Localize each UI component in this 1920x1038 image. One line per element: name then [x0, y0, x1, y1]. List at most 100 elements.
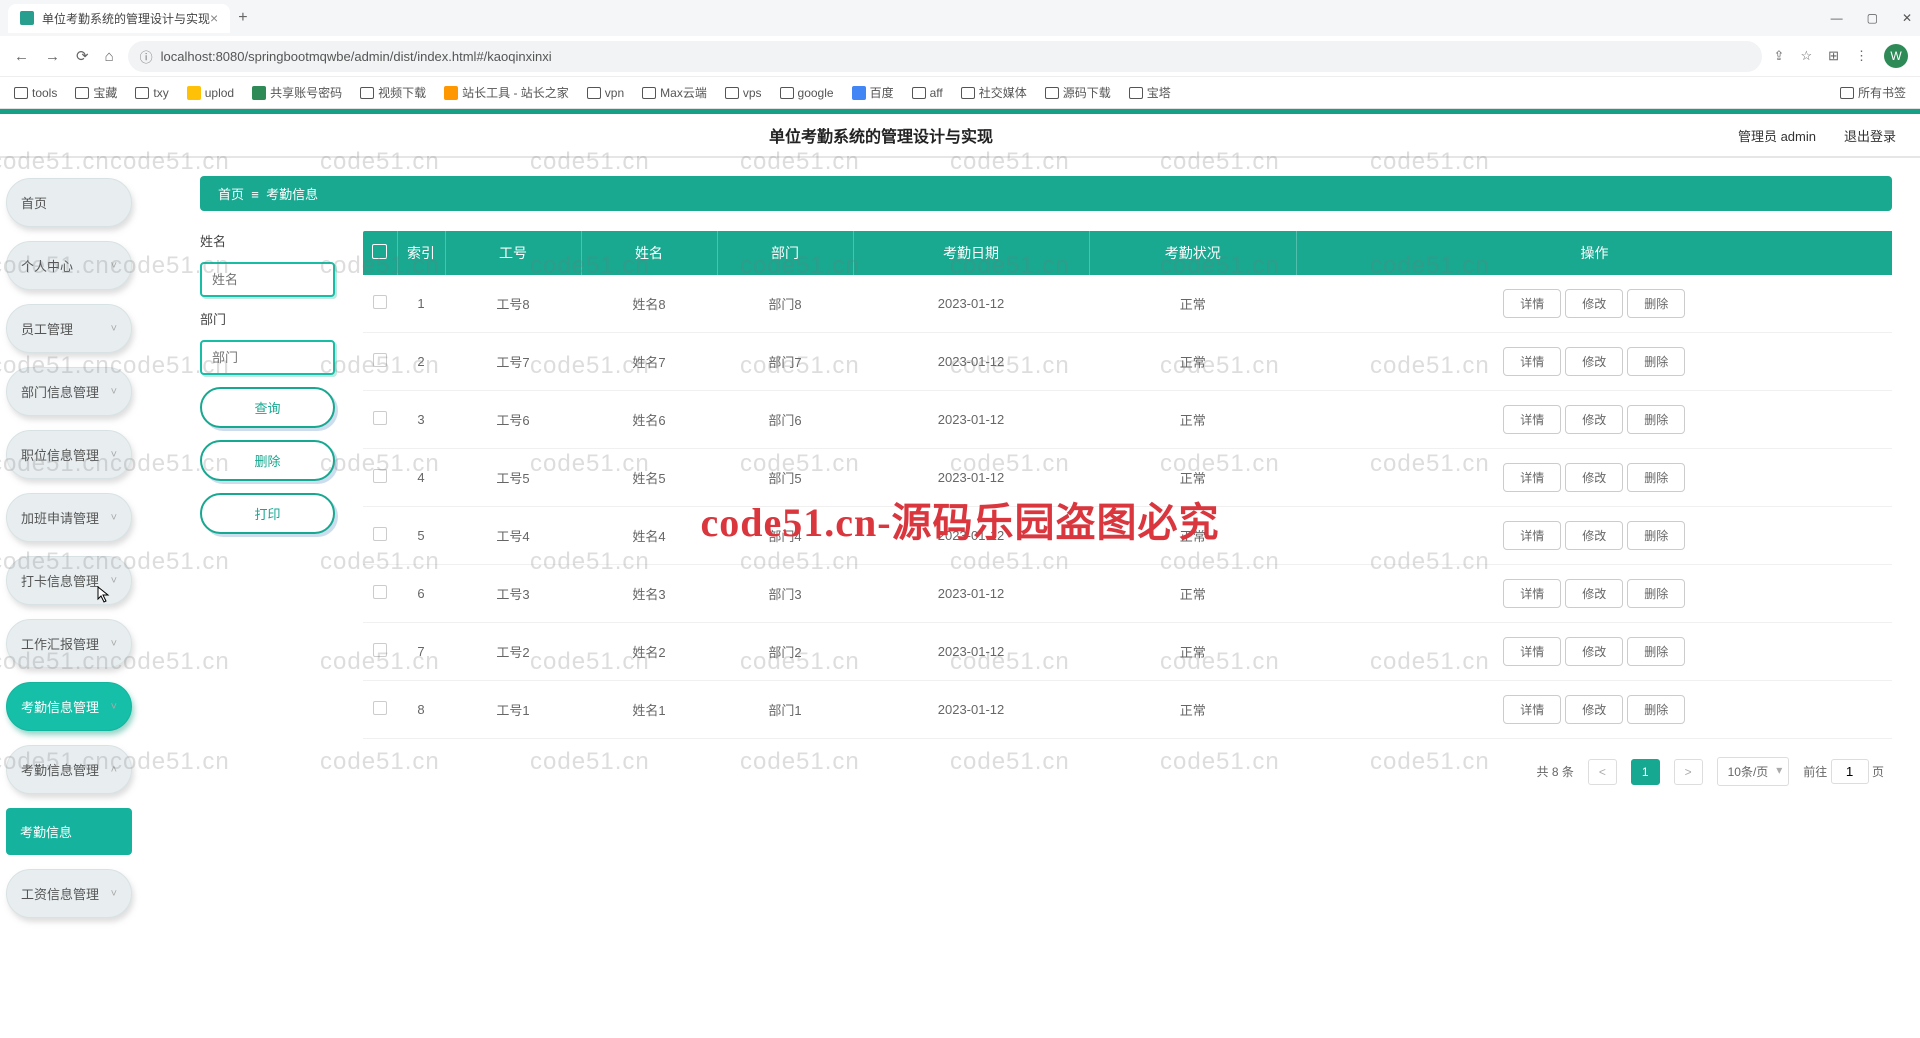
filter-dept-input[interactable] [200, 340, 335, 375]
row-delete-button[interactable]: 删除 [1627, 695, 1685, 724]
bookmark-item[interactable]: Max云端 [642, 84, 707, 101]
row-delete-button[interactable]: 删除 [1627, 579, 1685, 608]
bookmark-item[interactable]: google [780, 86, 834, 100]
pager-prev-button[interactable]: < [1588, 759, 1617, 785]
bookmark-item[interactable]: 百度 [852, 84, 894, 101]
extensions-icon[interactable]: ⊞ [1828, 48, 1839, 64]
bookmark-item[interactable]: 宝藏 [75, 84, 117, 101]
edit-button[interactable]: 修改 [1565, 695, 1623, 724]
edit-button[interactable]: 修改 [1565, 347, 1623, 376]
bookmark-item[interactable]: 宝塔 [1129, 84, 1171, 101]
detail-button[interactable]: 详情 [1503, 637, 1561, 666]
site-info-icon[interactable]: ⓘ [140, 47, 153, 66]
logout-button[interactable]: 退出登录 [1844, 126, 1896, 145]
table-header-cell: 部门 [717, 231, 853, 275]
edit-button[interactable]: 修改 [1565, 463, 1623, 492]
pager-next-button[interactable]: > [1674, 759, 1703, 785]
sidebar-item-label: 工资信息管理 [21, 887, 99, 902]
detail-button[interactable]: 详情 [1503, 695, 1561, 724]
bookmark-item[interactable]: txy [135, 86, 168, 100]
detail-button[interactable]: 详情 [1503, 579, 1561, 608]
current-user[interactable]: 管理员 admin [1738, 126, 1816, 145]
bookmark-item[interactable]: tools [14, 86, 57, 100]
row-checkbox[interactable] [373, 353, 387, 367]
tab-close-icon[interactable]: × [210, 10, 218, 26]
detail-button[interactable]: 详情 [1503, 463, 1561, 492]
bookmark-item[interactable]: 站长工具 - 站长之家 [444, 84, 569, 101]
nav-reload-icon[interactable]: ⟳ [74, 47, 91, 65]
edit-button[interactable]: 修改 [1565, 637, 1623, 666]
url-box[interactable]: ⓘ localhost:8080/springbootmqwbe/admin/d… [128, 41, 1762, 72]
window-close-icon[interactable]: ✕ [1902, 11, 1912, 25]
browser-tab[interactable]: 单位考勤系统的管理设计与实现 × [8, 4, 230, 33]
new-tab-button[interactable]: + [238, 9, 247, 27]
delete-button[interactable]: 删除 [200, 440, 335, 481]
sidebar-item[interactable]: 首页 [6, 178, 132, 227]
sidebar-item[interactable]: 打卡信息管理˅ [6, 556, 132, 605]
pager-page-button[interactable]: 1 [1631, 759, 1660, 785]
nav-back-icon[interactable]: ← [12, 48, 31, 65]
sidebar-item[interactable]: 工作汇报管理˅ [6, 619, 132, 668]
bookmark-icon [780, 87, 794, 99]
filter-name-input[interactable] [200, 262, 335, 297]
row-checkbox[interactable] [373, 527, 387, 541]
row-checkbox[interactable] [373, 701, 387, 715]
sidebar-item[interactable]: 工资信息管理˅ [6, 869, 132, 918]
bookmark-icon [961, 87, 975, 99]
row-delete-button[interactable]: 删除 [1627, 463, 1685, 492]
row-checkbox[interactable] [373, 295, 387, 309]
menu-icon[interactable]: ⋮ [1855, 48, 1868, 64]
row-delete-button[interactable]: 删除 [1627, 637, 1685, 666]
bookmark-item[interactable]: 视频下载 [360, 84, 426, 101]
pager-goto-input[interactable] [1831, 759, 1869, 784]
detail-button[interactable]: 详情 [1503, 347, 1561, 376]
detail-button[interactable]: 详情 [1503, 521, 1561, 550]
share-icon[interactable]: ⇪ [1774, 48, 1785, 64]
sidebar-sub-item[interactable]: 考勤信息 [6, 808, 132, 855]
window-minimize-icon[interactable]: — [1831, 11, 1843, 25]
sidebar-item[interactable]: 个人中心˅ [6, 241, 132, 290]
row-checkbox[interactable] [373, 643, 387, 657]
row-delete-button[interactable]: 删除 [1627, 521, 1685, 550]
breadcrumb-home[interactable]: 首页 [218, 187, 244, 202]
bookmark-item[interactable]: vps [725, 86, 762, 100]
bookmark-icon [444, 86, 458, 100]
star-icon[interactable]: ☆ [1800, 48, 1812, 64]
edit-button[interactable]: 修改 [1565, 405, 1623, 434]
table-cell: 1 [397, 275, 445, 333]
search-button[interactable]: 查询 [200, 387, 335, 428]
sidebar-item[interactable]: 部门信息管理˅ [6, 367, 132, 416]
edit-button[interactable]: 修改 [1565, 289, 1623, 318]
account-avatar[interactable]: W [1884, 44, 1908, 68]
sidebar-item[interactable]: 加班申请管理˅ [6, 493, 132, 542]
sidebar-item[interactable]: 员工管理˅ [6, 304, 132, 353]
bookmark-item[interactable]: 社交媒体 [961, 84, 1027, 101]
pager-size-select[interactable]: 10条/页 [1717, 757, 1790, 786]
sidebar-item[interactable]: 考勤信息管理˄ [6, 745, 132, 794]
bookmark-all[interactable]: 所有书签 [1840, 84, 1906, 101]
detail-button[interactable]: 详情 [1503, 405, 1561, 434]
row-checkbox[interactable] [373, 469, 387, 483]
print-button[interactable]: 打印 [200, 493, 335, 534]
nav-forward-icon[interactable]: → [43, 48, 62, 65]
row-delete-button[interactable]: 删除 [1627, 347, 1685, 376]
bookmark-item[interactable]: 共享账号密码 [252, 84, 342, 101]
edit-button[interactable]: 修改 [1565, 521, 1623, 550]
window-maximize-icon[interactable]: ▢ [1867, 11, 1878, 25]
edit-button[interactable]: 修改 [1565, 579, 1623, 608]
bookmark-item[interactable]: 源码下载 [1045, 84, 1111, 101]
detail-button[interactable]: 详情 [1503, 289, 1561, 318]
row-delete-button[interactable]: 删除 [1627, 405, 1685, 434]
sidebar-item[interactable]: 职位信息管理˅ [6, 430, 132, 479]
table-cell: 正常 [1089, 623, 1296, 681]
bookmark-item[interactable]: vpn [587, 86, 624, 100]
nav-home-icon[interactable]: ⌂ [103, 48, 116, 65]
row-delete-button[interactable]: 删除 [1627, 289, 1685, 318]
bookmark-item[interactable]: aff [912, 86, 943, 100]
sidebar-item[interactable]: 考勤信息管理˅ [6, 682, 132, 731]
bookmark-item[interactable]: uplod [187, 86, 234, 100]
checkbox-all[interactable] [372, 244, 387, 259]
row-checkbox[interactable] [373, 585, 387, 599]
chevron-down-icon: ˅ [111, 386, 117, 398]
row-checkbox[interactable] [373, 411, 387, 425]
